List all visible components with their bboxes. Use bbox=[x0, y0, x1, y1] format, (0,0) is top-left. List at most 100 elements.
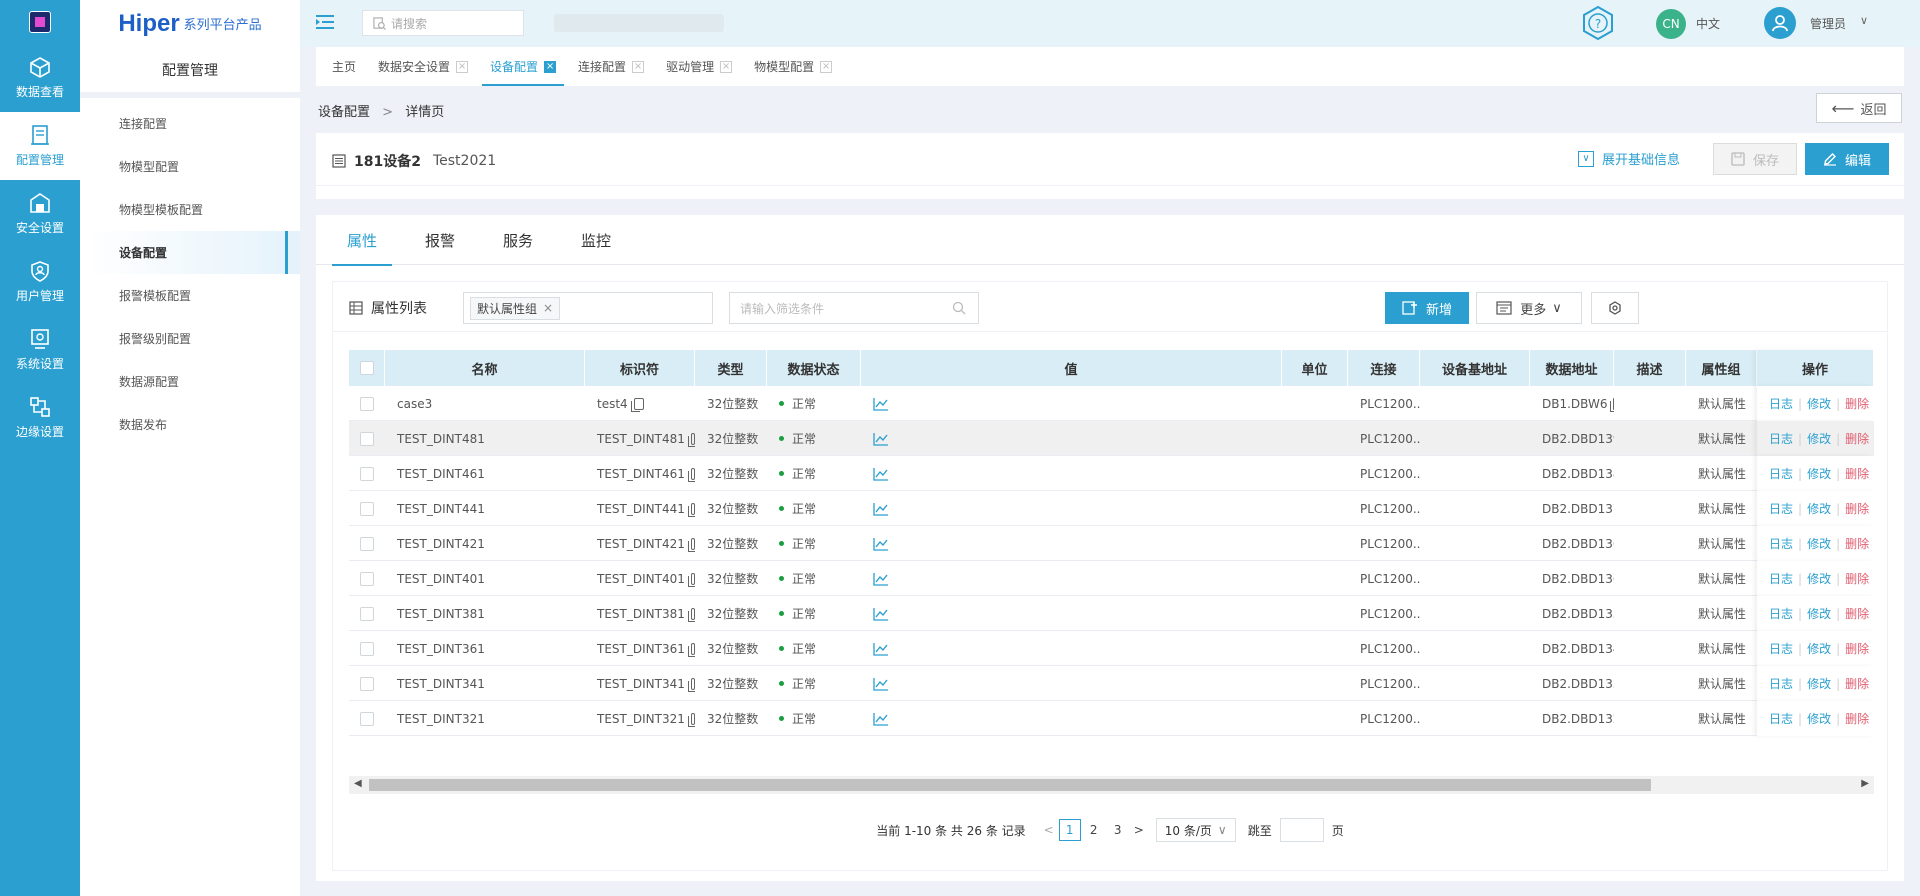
trend-chart-icon[interactable] bbox=[873, 642, 889, 656]
copy-icon[interactable] bbox=[687, 467, 695, 482]
copy-icon[interactable] bbox=[630, 397, 644, 412]
edit-link[interactable]: 修改 bbox=[1807, 710, 1831, 727]
close-icon[interactable]: × bbox=[543, 301, 553, 315]
page-size-select[interactable]: 10 条/页 ∨ bbox=[1155, 818, 1236, 842]
delete-link[interactable]: 删除 bbox=[1845, 500, 1869, 517]
edit-link[interactable]: 修改 bbox=[1807, 675, 1831, 692]
trend-chart-icon[interactable] bbox=[873, 397, 889, 411]
sidebar-item[interactable]: 连接配置 bbox=[87, 102, 300, 145]
breadcrumb-parent[interactable]: 设备配置 bbox=[318, 105, 370, 120]
horizontal-scrollbar[interactable]: ◀ ▶ bbox=[349, 776, 1874, 794]
panel-tab[interactable]: 服务 bbox=[488, 215, 548, 265]
rail-item[interactable]: 边缘设置 bbox=[0, 384, 80, 452]
edit-link[interactable]: 修改 bbox=[1807, 570, 1831, 587]
tab[interactable]: 主页 bbox=[324, 47, 364, 86]
copy-icon[interactable] bbox=[687, 677, 695, 692]
row-checkbox[interactable] bbox=[360, 536, 374, 551]
jump-page-input[interactable] bbox=[1279, 818, 1324, 842]
copy-icon[interactable] bbox=[687, 712, 695, 727]
log-link[interactable]: 日志 bbox=[1769, 675, 1793, 692]
select-all-checkbox[interactable] bbox=[359, 361, 374, 375]
copy-icon[interactable] bbox=[1610, 397, 1614, 412]
tab[interactable]: 驱动管理 × bbox=[658, 47, 740, 86]
save-button[interactable]: 保存 bbox=[1713, 143, 1797, 175]
language-badge[interactable]: CN bbox=[1656, 9, 1686, 39]
tab[interactable]: 数据安全设置 × bbox=[370, 47, 476, 86]
edit-link[interactable]: 修改 bbox=[1807, 465, 1831, 482]
scrollbar-thumb[interactable] bbox=[369, 779, 1651, 791]
menu-toggle-icon[interactable] bbox=[316, 14, 334, 30]
expand-basic-info-button[interactable]: ∨ 展开基础信息 bbox=[1578, 149, 1680, 168]
edit-link[interactable]: 修改 bbox=[1807, 395, 1831, 412]
delete-link[interactable]: 删除 bbox=[1845, 465, 1869, 482]
row-checkbox[interactable] bbox=[360, 466, 374, 481]
sidebar-item[interactable]: 物模型模板配置 bbox=[87, 188, 300, 231]
row-checkbox[interactable] bbox=[360, 606, 374, 621]
edit-link[interactable]: 修改 bbox=[1807, 430, 1831, 447]
trend-chart-icon[interactable] bbox=[873, 467, 889, 481]
help-icon[interactable]: ? bbox=[1580, 5, 1616, 41]
page-number[interactable]: 2 bbox=[1083, 819, 1105, 841]
trend-chart-icon[interactable] bbox=[873, 432, 889, 446]
edit-link[interactable]: 修改 bbox=[1807, 535, 1831, 552]
row-checkbox[interactable] bbox=[360, 571, 374, 586]
close-icon[interactable]: × bbox=[632, 60, 645, 73]
back-button[interactable]: ⟵ 返回 bbox=[1816, 93, 1902, 123]
tab[interactable]: 物模型配置 × bbox=[746, 47, 840, 86]
log-link[interactable]: 日志 bbox=[1769, 535, 1793, 552]
page-number[interactable]: 1 bbox=[1058, 819, 1081, 841]
row-checkbox[interactable] bbox=[360, 396, 374, 411]
log-link[interactable]: 日志 bbox=[1769, 465, 1793, 482]
add-button[interactable]: 新增 bbox=[1385, 292, 1469, 324]
delete-link[interactable]: 删除 bbox=[1845, 570, 1869, 587]
chevron-down-icon[interactable]: ∨ bbox=[1860, 14, 1868, 27]
next-page-icon[interactable]: > bbox=[1134, 823, 1144, 837]
close-icon[interactable]: × bbox=[544, 60, 557, 73]
edit-link[interactable]: 修改 bbox=[1807, 640, 1831, 657]
rail-item[interactable]: 用户管理 bbox=[0, 248, 80, 316]
avatar[interactable] bbox=[1764, 7, 1796, 39]
close-icon[interactable]: × bbox=[820, 60, 833, 73]
trend-chart-icon[interactable] bbox=[873, 607, 889, 621]
user-name[interactable]: 管理员 bbox=[1810, 15, 1846, 32]
settings-button[interactable] bbox=[1591, 292, 1639, 324]
row-checkbox[interactable] bbox=[360, 711, 374, 726]
close-icon[interactable]: × bbox=[720, 60, 733, 73]
delete-link[interactable]: 删除 bbox=[1845, 675, 1869, 692]
scroll-left-icon[interactable]: ◀ bbox=[354, 778, 362, 789]
trend-chart-icon[interactable] bbox=[873, 537, 889, 551]
sidebar-item[interactable]: 设备配置 bbox=[87, 231, 300, 274]
trend-chart-icon[interactable] bbox=[873, 572, 889, 586]
log-link[interactable]: 日志 bbox=[1769, 640, 1793, 657]
copy-icon[interactable] bbox=[687, 502, 695, 517]
copy-icon[interactable] bbox=[687, 572, 695, 587]
edit-link[interactable]: 修改 bbox=[1807, 605, 1831, 622]
copy-icon[interactable] bbox=[687, 432, 695, 447]
copy-icon[interactable] bbox=[687, 642, 695, 657]
row-checkbox[interactable] bbox=[360, 431, 374, 446]
sidebar-item[interactable]: 数据源配置 bbox=[87, 360, 300, 403]
panel-tab[interactable]: 监控 bbox=[566, 215, 626, 265]
page-number[interactable]: 3 bbox=[1107, 819, 1129, 841]
row-checkbox[interactable] bbox=[360, 501, 374, 516]
log-link[interactable]: 日志 bbox=[1769, 430, 1793, 447]
property-group-select[interactable]: 默认属性组 × bbox=[463, 292, 713, 324]
prev-page-icon[interactable]: < bbox=[1044, 823, 1054, 837]
delete-link[interactable]: 删除 bbox=[1845, 535, 1869, 552]
rail-item[interactable]: 系统设置 bbox=[0, 316, 80, 384]
rail-item[interactable]: 数据查看 bbox=[0, 44, 80, 112]
trend-chart-icon[interactable] bbox=[873, 712, 889, 726]
row-checkbox[interactable] bbox=[360, 676, 374, 691]
log-link[interactable]: 日志 bbox=[1769, 500, 1793, 517]
filter-input[interactable]: 请输入筛选条件 bbox=[729, 292, 979, 324]
sidebar-item[interactable]: 报警级别配置 bbox=[87, 317, 300, 360]
tab[interactable]: 设备配置 × bbox=[482, 47, 565, 86]
more-button[interactable]: 更多 ∨ bbox=[1476, 292, 1582, 324]
delete-link[interactable]: 删除 bbox=[1845, 430, 1869, 447]
rail-item[interactable]: 配置管理 bbox=[0, 112, 80, 180]
trend-chart-icon[interactable] bbox=[873, 677, 889, 691]
delete-link[interactable]: 删除 bbox=[1845, 395, 1869, 412]
panel-tab[interactable]: 属性 bbox=[332, 215, 393, 266]
search-input[interactable]: 请搜索 bbox=[362, 10, 524, 36]
delete-link[interactable]: 删除 bbox=[1845, 605, 1869, 622]
